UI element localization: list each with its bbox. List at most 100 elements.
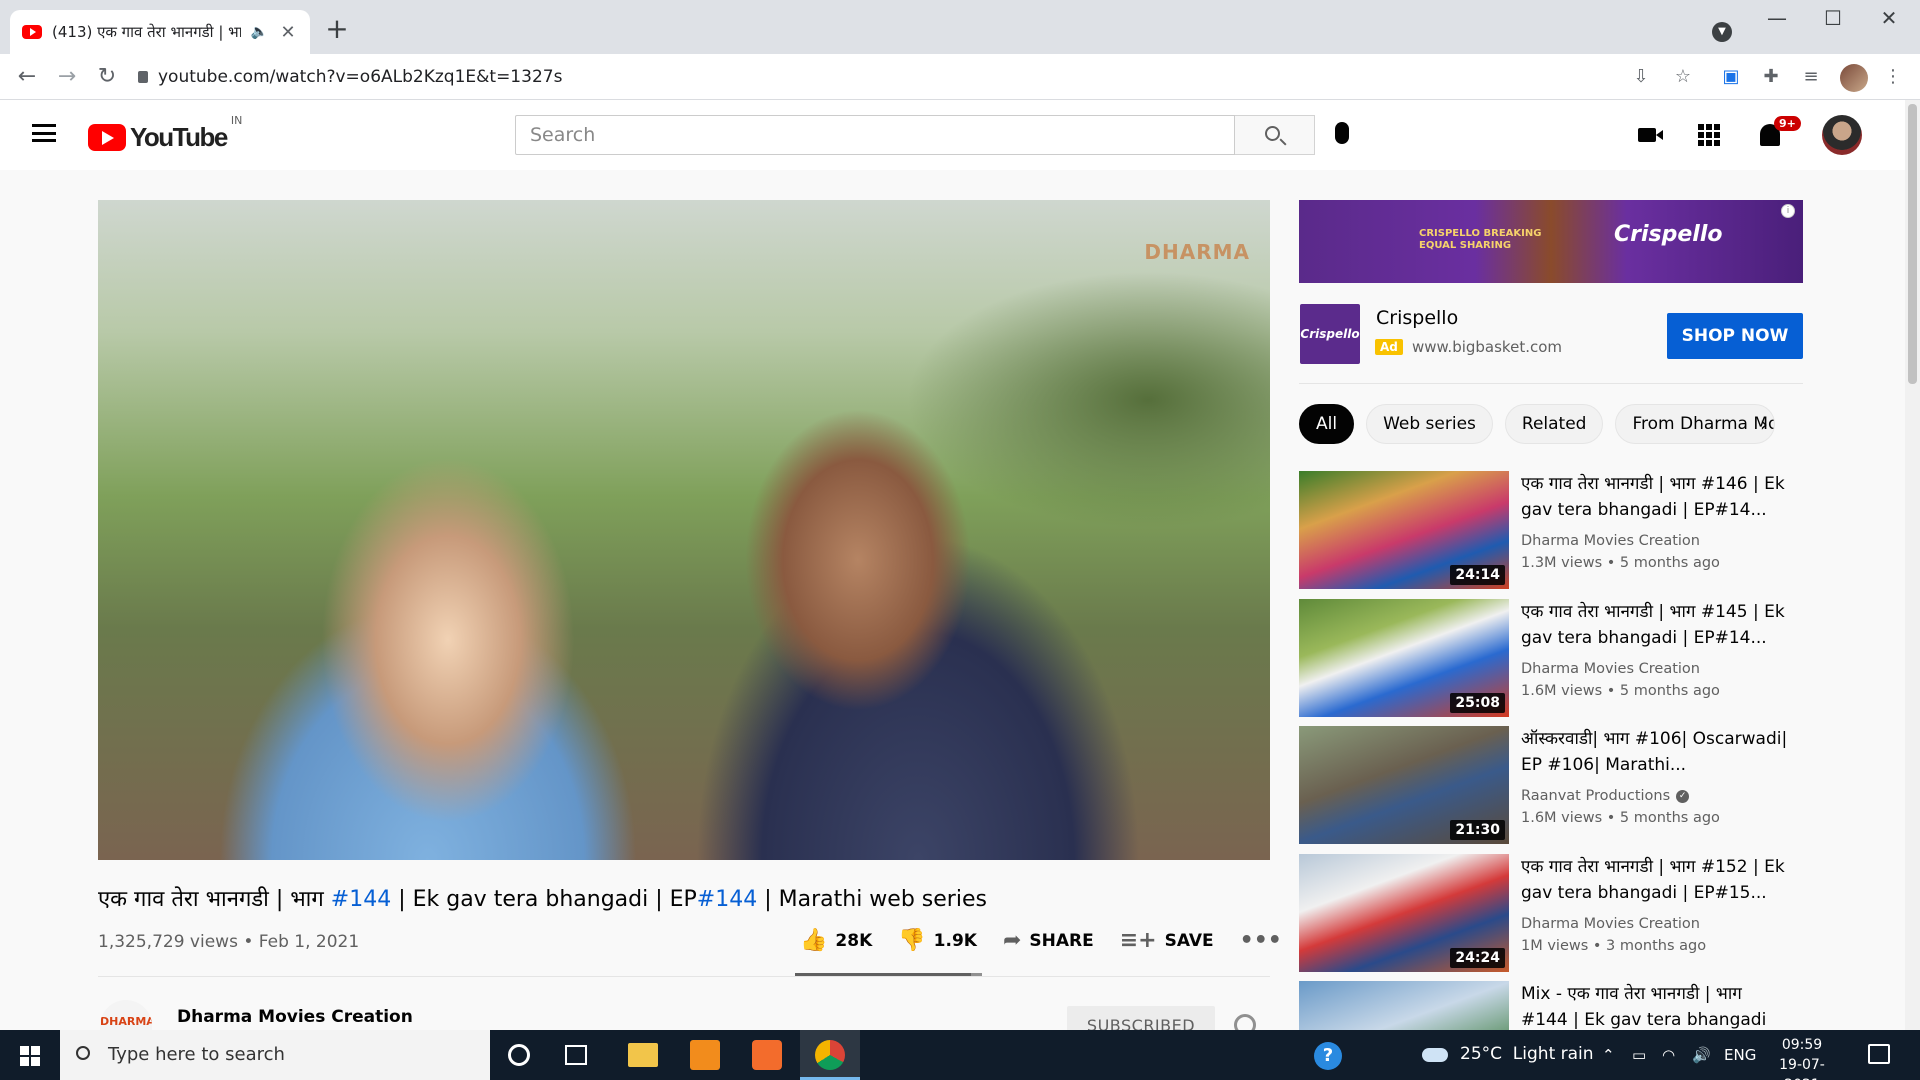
shop-now-button[interactable]: SHOP NOW: [1667, 313, 1803, 359]
cortana-icon[interactable]: [508, 1044, 530, 1066]
recommended-channel[interactable]: Dharma Movies Creation: [1521, 661, 1700, 677]
recommended-title[interactable]: एक गाव तेरा भानगडी | भाग #145 | Ek gav t…: [1521, 599, 1791, 651]
extension-app-icon[interactable]: ▣: [1720, 66, 1742, 88]
chip-web-series[interactable]: Web series: [1366, 404, 1493, 444]
channel-watermark: DHARMA: [1144, 240, 1250, 264]
clock[interactable]: 09:59 19-07-2021: [1766, 1035, 1838, 1080]
recommended-meta: 1.6M views • 5 months ago: [1521, 810, 1720, 826]
maximize-button[interactable]: ☐: [1808, 6, 1858, 30]
taskbar-search-placeholder: Type here to search: [108, 1044, 285, 1065]
title-text-2: | Ek gav tera bhangadi | EP: [391, 887, 697, 912]
video-thumbnail[interactable]: 25:08: [1299, 599, 1509, 717]
like-button[interactable]: 👍 28K: [800, 928, 872, 953]
video-duration: 25:08: [1450, 693, 1505, 713]
close-window-button[interactable]: ✕: [1864, 6, 1914, 30]
forward-arrow-icon[interactable]: →: [52, 62, 82, 92]
video-thumbnail[interactable]: 21:30: [1299, 726, 1509, 844]
youtube-header: YouTube IN Search 9+: [0, 100, 1905, 170]
recommended-title[interactable]: Mix - एक गाव तेरा भानगडी | भाग #144 | Ek…: [1521, 981, 1791, 1030]
recommended-video[interactable]: 21:30 ऑस्करवाडी| भाग #106| Oscarwadi| EP…: [1299, 726, 1803, 844]
recommended-title[interactable]: ऑस्करवाडी| भाग #106| Oscarwadi| EP #106|…: [1521, 726, 1791, 778]
recommended-title[interactable]: एक गाव तेरा भानगडी | भाग #152 | Ek gav t…: [1521, 854, 1791, 906]
dislike-button[interactable]: 👎 1.9K: [898, 928, 977, 953]
close-tab-icon[interactable]: ✕: [278, 22, 298, 43]
recommended-channel[interactable]: Raanvat Productions ✓: [1521, 788, 1690, 804]
ad-banner-tagline: CRISPELLO BREAKING EQUAL SHARING: [1419, 228, 1542, 251]
extensions-puzzle-icon[interactable]: ✚: [1760, 66, 1782, 88]
tab-search-icon[interactable]: ▼: [1712, 22, 1732, 42]
youtube-logo[interactable]: YouTube IN: [88, 114, 242, 153]
divider: [1299, 383, 1803, 384]
search-input[interactable]: Search: [515, 115, 1235, 155]
microphone-icon[interactable]: [1335, 122, 1349, 144]
reload-icon[interactable]: ↻: [92, 62, 122, 92]
address-bar[interactable]: youtube.com/watch?v=o6ALb2Kzq1E&t=1327s: [138, 60, 1878, 94]
recommended-meta: 1.6M views • 5 months ago: [1521, 683, 1720, 699]
recommended-channel[interactable]: Dharma Movies Creation: [1521, 533, 1700, 549]
action-center-icon[interactable]: [1868, 1044, 1890, 1064]
windows-start-icon[interactable]: [20, 1046, 40, 1066]
ad-info-icon[interactable]: i: [1781, 204, 1795, 218]
help-icon[interactable]: ?: [1314, 1042, 1342, 1070]
recommended-video[interactable]: 24:14 एक गाव तेरा भानगडी | भाग #146 | Ek…: [1299, 471, 1803, 589]
browser-menu-icon[interactable]: ⋮: [1882, 66, 1904, 88]
bookmark-star-icon[interactable]: ☆: [1672, 66, 1694, 88]
notification-badge: 9+: [1774, 116, 1801, 131]
video-thumbnail[interactable]: [1299, 981, 1509, 1030]
scrollbar-thumb[interactable]: [1908, 104, 1917, 384]
browser-tab-strip: (413) एक गाव तेरा भानगडी | भा 🔈 ✕ + ▼ — …: [0, 0, 1920, 54]
search-button[interactable]: [1235, 115, 1315, 155]
speaker-icon[interactable]: 🔈: [251, 24, 268, 40]
weather-text[interactable]: 25°C Light rain: [1460, 1044, 1594, 1064]
language-indicator[interactable]: ENG: [1724, 1046, 1756, 1064]
video-thumbnail[interactable]: 24:24: [1299, 854, 1509, 972]
hashtag-link[interactable]: #144: [331, 887, 391, 912]
account-avatar[interactable]: [1822, 115, 1862, 155]
channel-name[interactable]: Dharma Movies Creation: [177, 1007, 413, 1027]
like-count: 28K: [835, 930, 873, 951]
new-tab-button[interactable]: +: [322, 14, 352, 44]
file-explorer-icon[interactable]: [628, 1043, 658, 1067]
back-arrow-icon[interactable]: ←: [12, 62, 42, 92]
create-video-icon[interactable]: [1638, 128, 1663, 142]
recommended-video[interactable]: 24:24 एक गाव तेरा भानगडी | भाग #152 | Ek…: [1299, 854, 1803, 972]
save-button[interactable]: ≡+ SAVE: [1120, 928, 1214, 953]
browser-profile-avatar[interactable]: [1840, 64, 1868, 92]
channel-label: Dharma Movies Creation: [1521, 533, 1700, 549]
more-actions-button[interactable]: •••: [1240, 928, 1282, 953]
ad-banner[interactable]: CRISPELLO BREAKING EQUAL SHARING Crispel…: [1299, 200, 1803, 283]
hamburger-menu-icon[interactable]: [32, 124, 56, 142]
recommended-title[interactable]: एक गाव तेरा भानगडी | भाग #146 | Ek gav t…: [1521, 471, 1791, 523]
recommended-mix[interactable]: Mix - एक गाव तेरा भानगडी | भाग #144 | Ek…: [1299, 981, 1803, 1030]
ad-brand-name[interactable]: Crispello: [1376, 307, 1458, 329]
lock-icon: [138, 71, 148, 83]
apps-grid-icon[interactable]: [1698, 124, 1720, 146]
taskbar-search-input[interactable]: Type here to search: [60, 1030, 490, 1080]
share-button[interactable]: ➦ SHARE: [1003, 928, 1094, 953]
chrome-icon[interactable]: [815, 1040, 845, 1070]
task-view-icon[interactable]: [565, 1045, 587, 1065]
page-scrollbar[interactable]: [1905, 100, 1920, 1030]
chevron-right-icon[interactable]: ›: [1760, 412, 1768, 436]
chip-all[interactable]: All: [1299, 404, 1355, 444]
video-player[interactable]: DHARMA: [98, 200, 1270, 860]
recommended-video[interactable]: 25:08 एक गाव तेरा भानगडी | भाग #145 | Ek…: [1299, 599, 1803, 717]
thumbs-up-icon: 👍: [800, 928, 828, 953]
chip-related[interactable]: Related: [1504, 404, 1604, 444]
xampp-icon[interactable]: [752, 1040, 782, 1070]
chevron-up-icon[interactable]: ⌃: [1602, 1046, 1615, 1064]
volume-icon[interactable]: 🔊: [1692, 1046, 1711, 1064]
battery-icon[interactable]: ▭: [1632, 1046, 1646, 1064]
wifi-icon[interactable]: ◠: [1662, 1046, 1675, 1064]
media-control-icon[interactable]: ≡: [1800, 66, 1822, 88]
minimize-button[interactable]: —: [1752, 6, 1802, 30]
chip-from-channel[interactable]: From Dharma Movies Creation: [1615, 404, 1776, 444]
recommended-channel[interactable]: Dharma Movies Creation: [1521, 916, 1700, 932]
hashtag-link[interactable]: #144: [697, 887, 757, 912]
ad-brand-logo[interactable]: Crispello: [1300, 304, 1360, 364]
install-app-icon[interactable]: ⇩: [1630, 66, 1652, 88]
search-icon: [1265, 126, 1280, 141]
sublime-text-icon[interactable]: [690, 1040, 720, 1070]
browser-tab-youtube[interactable]: (413) एक गाव तेरा भानगडी | भा 🔈 ✕: [10, 10, 310, 54]
video-thumbnail[interactable]: 24:14: [1299, 471, 1509, 589]
